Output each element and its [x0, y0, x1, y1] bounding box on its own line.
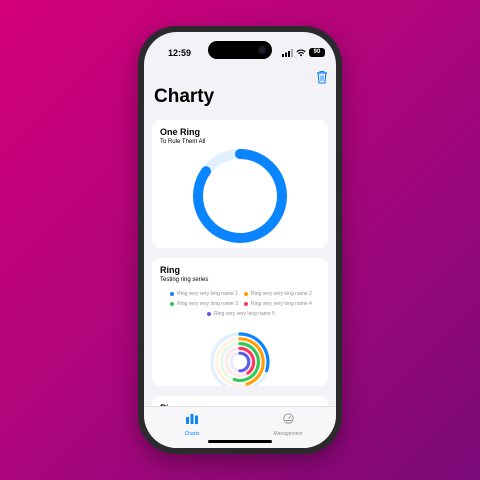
tab-charts[interactable]: Charts [172, 411, 212, 437]
dynamic-island [208, 41, 272, 59]
cellular-signal-icon [282, 49, 293, 57]
one-ring-chart [193, 149, 287, 243]
status-bar: 12:59 90 [144, 32, 336, 68]
chart-card-ring[interactable]: Ring Testing ring series Ring very very … [152, 258, 328, 386]
chart-card-one-ring[interactable]: One Ring To Rule Them All [152, 120, 328, 248]
trash-icon[interactable] [316, 70, 328, 84]
gauge-icon [282, 413, 294, 424]
wifi-icon [296, 49, 306, 57]
tab-label: Charts [184, 431, 200, 437]
bar-chart-icon [186, 414, 198, 424]
camera-icon [258, 46, 266, 54]
ring-series-chart [210, 332, 270, 386]
tab-label: Management [273, 431, 303, 437]
battery-icon: 90 [309, 48, 325, 57]
phone-frame: 12:59 90 Charty One Ring To Rule Them Al… [138, 26, 342, 454]
home-indicator [208, 440, 272, 443]
tab-management[interactable]: Management [264, 411, 312, 437]
status-time: 12:59 [168, 48, 192, 58]
page-title: Charty [154, 86, 215, 107]
ring-arc-5 [238, 351, 251, 373]
app-screen: 12:59 90 Charty One Ring To Rule Them Al… [144, 32, 336, 448]
